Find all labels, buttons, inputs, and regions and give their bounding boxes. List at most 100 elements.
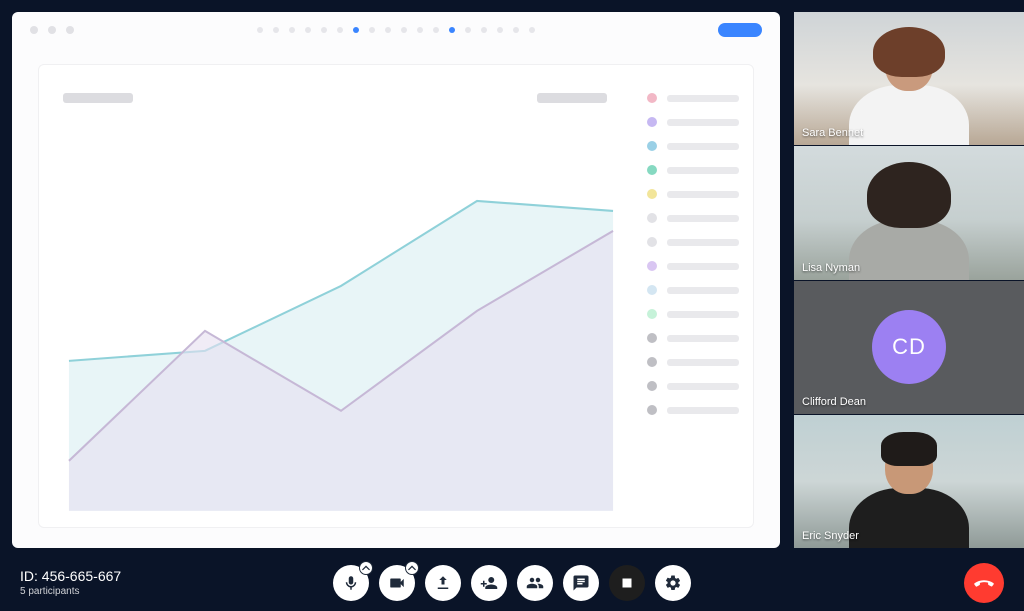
slide-nav-dot[interactable] — [465, 27, 471, 33]
slide-nav-dot[interactable] — [369, 27, 375, 33]
participant-count: 5 participants — [20, 586, 121, 599]
legend-swatch — [647, 261, 657, 271]
legend-item — [647, 333, 739, 343]
slide-nav-dot[interactable] — [513, 27, 519, 33]
legend-swatch — [647, 309, 657, 319]
slide-nav-dot[interactable] — [353, 27, 359, 33]
slide-nav-dot[interactable] — [529, 27, 535, 33]
participant-tile[interactable]: Eric Snyder — [794, 414, 1024, 548]
mic-icon — [342, 574, 360, 592]
slide-nav-dot[interactable] — [449, 27, 455, 33]
participant-tile[interactable]: Sara Bennet — [794, 12, 1024, 145]
chevron-up-icon — [405, 561, 419, 575]
add-participant-button[interactable] — [471, 565, 507, 601]
participant-strip: Sara Bennet Lisa Nyman CD Clifford Dean … — [794, 12, 1024, 548]
legend-swatch — [647, 93, 657, 103]
participant-tile[interactable]: Lisa Nyman — [794, 145, 1024, 279]
camera-button[interactable] — [379, 565, 415, 601]
slide-nav-dot[interactable] — [321, 27, 327, 33]
call-controls — [333, 565, 691, 601]
participant-name: Clifford Dean — [802, 396, 866, 408]
chart-title-placeholder — [537, 93, 607, 103]
legend-label-placeholder — [667, 119, 739, 126]
legend-item — [647, 261, 739, 271]
window-dot — [48, 26, 56, 34]
slide-nav-dot[interactable] — [257, 27, 263, 33]
slide-nav-dot[interactable] — [305, 27, 311, 33]
people-icon — [526, 574, 544, 592]
camera-icon — [388, 574, 406, 592]
slide-nav-dot[interactable] — [289, 27, 295, 33]
legend-label-placeholder — [667, 191, 739, 198]
slide-nav-dot[interactable] — [337, 27, 343, 33]
person-silhouette — [849, 172, 969, 280]
settings-button[interactable] — [655, 565, 691, 601]
share-button[interactable] — [425, 565, 461, 601]
shared-screen — [12, 12, 780, 548]
add-person-icon — [480, 574, 498, 592]
legend-item — [647, 357, 739, 367]
legend-item — [647, 381, 739, 391]
legend-item — [647, 405, 739, 415]
participant-name: Eric Snyder — [802, 530, 859, 542]
presentation-action-button[interactable] — [718, 23, 762, 37]
legend-swatch — [647, 333, 657, 343]
legend-label-placeholder — [667, 167, 739, 174]
chat-icon — [572, 574, 590, 592]
participant-name: Lisa Nyman — [802, 262, 860, 274]
slide — [38, 64, 754, 528]
slide-nav-dot[interactable] — [273, 27, 279, 33]
legend-item — [647, 309, 739, 319]
slide-nav-dot[interactable] — [385, 27, 391, 33]
slide-nav-dot[interactable] — [497, 27, 503, 33]
slide-nav-dot[interactable] — [417, 27, 423, 33]
legend-label-placeholder — [667, 335, 739, 342]
meeting-meta: ID: 456-665-667 5 participants — [20, 568, 121, 598]
legend-item — [647, 141, 739, 151]
gear-icon — [664, 574, 682, 592]
chevron-up-icon — [359, 561, 373, 575]
avatar-initials: CD — [872, 310, 946, 384]
participant-tile[interactable]: CD Clifford Dean — [794, 280, 1024, 414]
legend-swatch — [647, 189, 657, 199]
legend-swatch — [647, 357, 657, 367]
call-toolbar: ID: 456-665-667 5 participants — [0, 555, 1024, 611]
window-dot — [30, 26, 38, 34]
legend-item — [647, 237, 739, 247]
chart-legend — [643, 65, 753, 527]
legend-label-placeholder — [667, 287, 739, 294]
phone-hangup-icon — [973, 572, 995, 594]
stop-icon — [618, 574, 636, 592]
chart-title-placeholder — [63, 93, 133, 103]
slide-nav-dot[interactable] — [433, 27, 439, 33]
chat-button[interactable] — [563, 565, 599, 601]
participants-button[interactable] — [517, 565, 553, 601]
stop-share-button[interactable] — [609, 565, 645, 601]
mic-button[interactable] — [333, 565, 369, 601]
legend-label-placeholder — [667, 143, 739, 150]
legend-swatch — [647, 237, 657, 247]
area-chart — [63, 103, 619, 517]
legend-swatch — [647, 381, 657, 391]
meeting-id: ID: 456-665-667 — [20, 568, 121, 586]
participant-name: Sara Bennet — [802, 127, 863, 139]
hangup-button[interactable] — [964, 563, 1004, 603]
slide-nav-dots[interactable] — [84, 27, 708, 33]
legend-label-placeholder — [667, 95, 739, 102]
legend-item — [647, 213, 739, 223]
share-icon — [434, 574, 452, 592]
legend-swatch — [647, 165, 657, 175]
presentation-header — [12, 12, 780, 48]
legend-item — [647, 189, 739, 199]
slide-nav-dot[interactable] — [481, 27, 487, 33]
legend-label-placeholder — [667, 263, 739, 270]
window-dot — [66, 26, 74, 34]
legend-item — [647, 165, 739, 175]
legend-label-placeholder — [667, 407, 739, 414]
slide-nav-dot[interactable] — [401, 27, 407, 33]
person-silhouette — [849, 37, 969, 145]
legend-item — [647, 117, 739, 127]
legend-swatch — [647, 117, 657, 127]
person-silhouette — [849, 440, 969, 548]
chart-pane — [39, 65, 643, 527]
